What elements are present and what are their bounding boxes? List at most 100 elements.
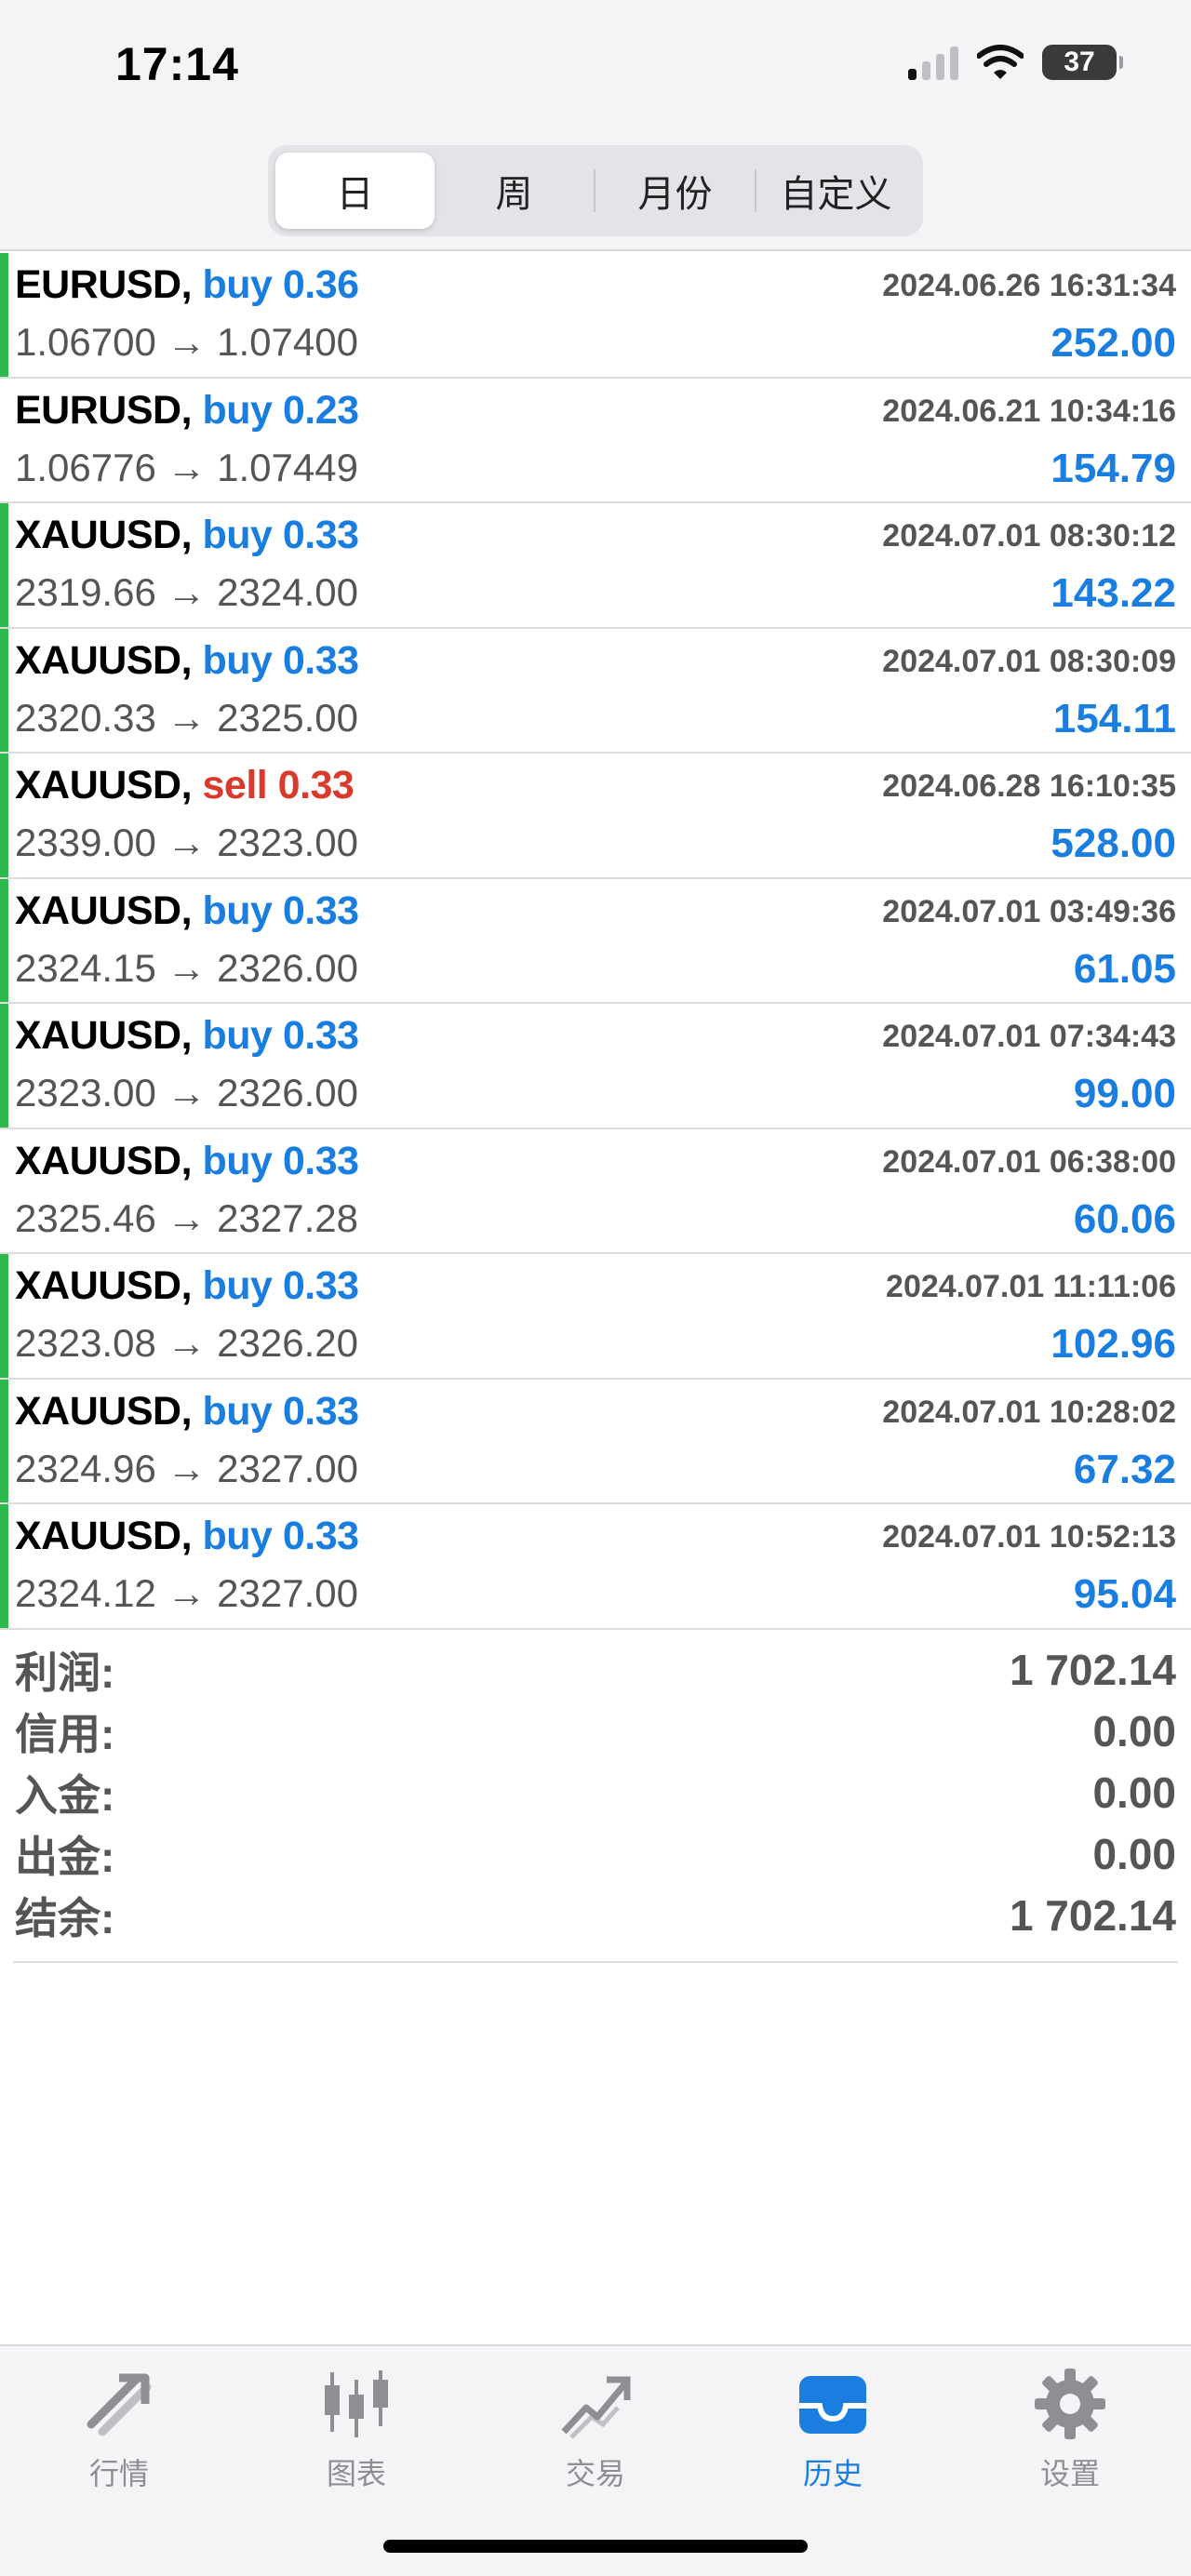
summary-row: 信用: 0.00 <box>15 1701 1176 1762</box>
summary-label: 出金: <box>15 1833 115 1881</box>
summary-value: 1 702.14 <box>1009 1891 1176 1940</box>
summary-label: 利润: <box>15 1648 115 1697</box>
cellular-signal-icon <box>908 45 958 80</box>
deal-type: buy 0.33 <box>202 1138 359 1183</box>
deal-datetime: 2024.07.01 03:49:36 <box>882 893 1176 929</box>
deal-row[interactable]: XAUUSD, buy 0.33 2024.07.01 03:49:36 2324.… <box>0 878 1191 1004</box>
battery-icon: 37 <box>1042 45 1123 80</box>
deal-row[interactable]: XAUUSD, buy 0.33 2024.07.01 06:38:00 2325.… <box>0 1129 1191 1254</box>
deal-symbol-line: XAUUSD, buy 0.33 <box>15 1013 359 1059</box>
deal-symbol: XAUUSD, <box>15 1514 193 1558</box>
deal-symbol-line: XAUUSD, sell 0.33 <box>15 763 355 808</box>
trade-trend-icon <box>556 2365 635 2443</box>
gear-icon <box>1031 2365 1109 2443</box>
deal-row[interactable]: XAUUSD, buy 0.33 2024.07.01 10:52:13 2324.… <box>0 1504 1191 1630</box>
deal-marker-bar <box>0 1379 8 1502</box>
home-indicator <box>383 2540 808 2553</box>
summary-label: 信用: <box>15 1710 115 1758</box>
deal-datetime: 2024.07.01 06:38:00 <box>882 1143 1176 1180</box>
deal-prices: 2339.00 → 2323.00 <box>15 821 358 864</box>
deal-marker-bar <box>0 628 8 752</box>
summary-label: 结余: <box>15 1894 115 1942</box>
deal-profit: 67.32 <box>1073 1446 1176 1492</box>
deal-profit: 154.11 <box>1052 695 1176 741</box>
deal-datetime: 2024.06.21 10:34:16 <box>882 393 1176 429</box>
summary-label: 入金: <box>15 1771 115 1820</box>
tab-label: 行情 <box>88 2457 149 2490</box>
tab-label: 设置 <box>1039 2457 1100 2490</box>
period-tab-custom[interactable]: 自定义 <box>756 153 916 229</box>
deal-row[interactable]: XAUUSD, buy 0.33 2024.07.01 07:34:43 2323.… <box>0 1004 1191 1129</box>
header-area: 17:14 37 日 周 月份 自定义 <box>0 0 1191 251</box>
deal-row[interactable]: XAUUSD, buy 0.33 2024.07.01 11:11:06 2323.… <box>0 1254 1191 1380</box>
deal-profit: 99.00 <box>1073 1071 1176 1116</box>
deal-datetime: 2024.06.28 16:10:35 <box>882 768 1176 804</box>
deal-prices: 2319.66 → 2324.00 <box>15 570 358 614</box>
deal-symbol: XAUUSD, <box>15 1013 193 1058</box>
deal-row[interactable]: EURUSD, buy 0.36 2024.06.26 16:31:34 1.067… <box>0 253 1191 379</box>
period-tab-month[interactable]: 月份 <box>596 153 755 229</box>
deal-row[interactable]: XAUUSD, buy 0.33 2024.07.01 08:30:09 2320.… <box>0 628 1191 754</box>
deal-prices: 1.06776 → 1.07449 <box>15 445 358 489</box>
wifi-icon <box>977 45 1024 80</box>
deal-row[interactable]: XAUUSD, buy 0.33 2024.07.01 10:28:02 2324.… <box>0 1379 1191 1504</box>
deal-symbol: XAUUSD, <box>15 1263 193 1308</box>
deal-marker-bar <box>0 1254 8 1378</box>
deal-datetime: 2024.07.01 10:28:02 <box>882 1394 1176 1430</box>
deal-marker-bar <box>0 503 8 627</box>
deal-row[interactable]: XAUUSD, sell 0.33 2024.06.28 16:10:35 2339… <box>0 754 1191 879</box>
period-segmented-control: 日 周 月份 自定义 <box>268 145 923 236</box>
tab-trade[interactable]: 交易 <box>521 2365 670 2495</box>
period-tab-day[interactable]: 日 <box>275 153 435 229</box>
deal-profit: 143.22 <box>1050 570 1176 616</box>
deal-symbol-line: XAUUSD, buy 0.33 <box>15 638 359 684</box>
tab-label: 历史 <box>802 2457 863 2490</box>
deal-row[interactable]: XAUUSD, buy 0.33 2024.07.01 08:30:12 2319.… <box>0 503 1191 629</box>
deal-datetime: 2024.07.01 08:30:12 <box>882 518 1176 554</box>
deal-symbol-line: XAUUSD, buy 0.33 <box>15 1389 359 1435</box>
deal-symbol: XAUUSD, <box>15 1388 193 1434</box>
deal-symbol-line: XAUUSD, buy 0.33 <box>15 513 359 558</box>
deal-datetime: 2024.06.26 16:31:34 <box>882 268 1176 303</box>
deal-symbol-line: XAUUSD, buy 0.33 <box>15 888 359 934</box>
deal-row[interactable]: EURUSD, buy 0.23 2024.06.21 10:34:16 1.067… <box>0 379 1191 503</box>
deal-profit: 528.00 <box>1050 821 1176 866</box>
deal-marker-bar <box>0 1004 8 1128</box>
summary-value: 1 702.14 <box>1009 1646 1176 1694</box>
history-tray-icon <box>794 2365 872 2443</box>
deal-datetime: 2024.07.01 07:34:43 <box>882 1019 1176 1054</box>
deal-marker-bar <box>0 253 8 377</box>
deal-symbol: XAUUSD, <box>15 513 193 557</box>
deal-symbol: XAUUSD, <box>15 763 193 808</box>
summary-value: 0.00 <box>1092 1707 1176 1755</box>
deal-symbol-line: EURUSD, buy 0.23 <box>15 388 359 434</box>
deal-datetime: 2024.07.01 11:11:06 <box>886 1269 1176 1304</box>
deal-marker-bar <box>0 878 8 1002</box>
tab-settings[interactable]: 设置 <box>996 2365 1144 2495</box>
quotes-arrows-icon <box>80 2365 158 2443</box>
deal-profit: 60.06 <box>1073 1195 1176 1242</box>
deal-symbol: XAUUSD, <box>15 888 193 933</box>
deal-prices: 2320.33 → 2325.00 <box>15 695 358 740</box>
tab-history[interactable]: 历史 <box>758 2365 907 2495</box>
deal-type: buy 0.36 <box>202 262 359 307</box>
deal-symbol-line: XAUUSD, buy 0.33 <box>15 1514 359 1559</box>
deal-symbol-line: EURUSD, buy 0.36 <box>15 262 359 308</box>
tab-quotes[interactable]: 行情 <box>45 2365 194 2495</box>
period-tab-week[interactable]: 周 <box>435 153 594 229</box>
deal-prices: 2323.08 → 2326.20 <box>15 1321 358 1365</box>
deal-marker-bar <box>0 1504 8 1628</box>
deals-list: EURUSD, buy 0.36 2024.06.26 16:31:34 1.067… <box>0 253 1191 1630</box>
deal-marker-bar <box>0 754 8 877</box>
deal-type: buy 0.33 <box>202 1013 359 1058</box>
deal-symbol: XAUUSD, <box>15 637 193 683</box>
deal-type: buy 0.33 <box>202 637 359 683</box>
deal-type: buy 0.33 <box>202 1514 359 1558</box>
tab-chart[interactable]: 图表 <box>282 2365 431 2495</box>
tab-label: 图表 <box>326 2457 386 2490</box>
deal-type: sell 0.33 <box>202 763 355 808</box>
summary-section: 利润: 1 702.14 信用: 0.00 入金: 0.00 出金: 0.00 结余: 1 702… <box>0 1639 1191 1946</box>
deal-symbol: EURUSD, <box>15 262 193 307</box>
deal-type: buy 0.33 <box>202 888 359 933</box>
deal-prices: 2325.46 → 2327.28 <box>15 1195 358 1240</box>
